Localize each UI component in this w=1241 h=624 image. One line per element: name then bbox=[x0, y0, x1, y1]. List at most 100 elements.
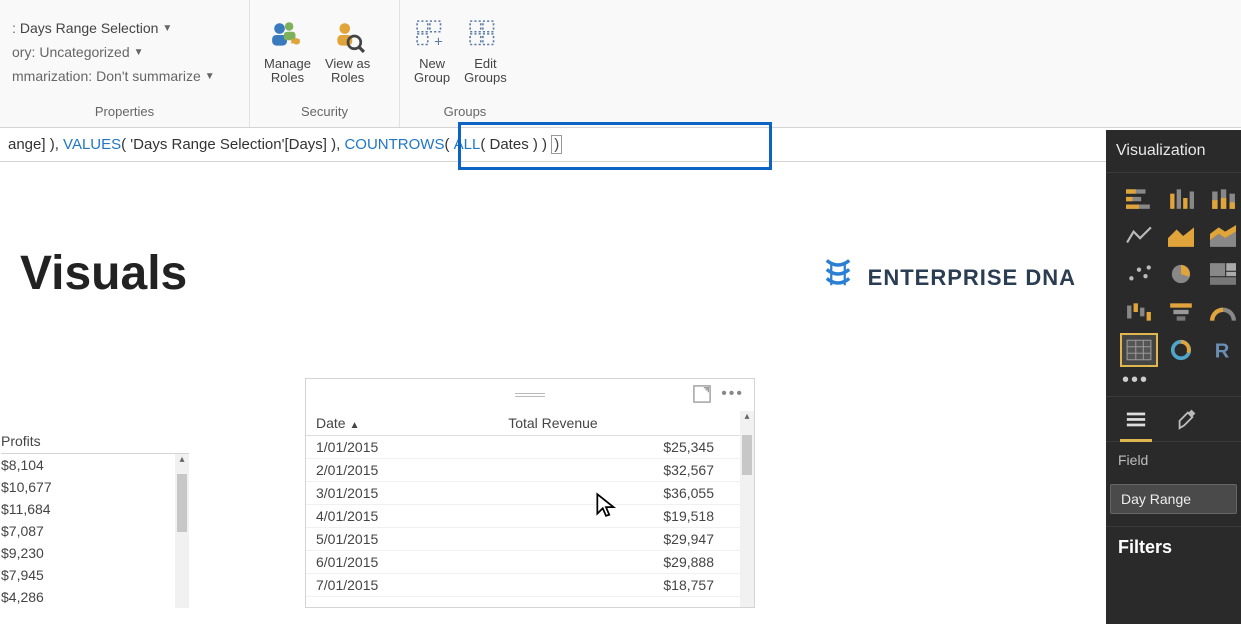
formula-keyword-all: ALL bbox=[454, 136, 481, 153]
dna-icon bbox=[820, 256, 856, 300]
line-chart-icon[interactable] bbox=[1122, 221, 1156, 251]
profits-table-visual[interactable]: Profits $8,104 $10,677 $11,684 $7,087 $9… bbox=[0, 428, 190, 609]
caret-down-icon: ▼ bbox=[205, 71, 215, 82]
ribbon-group-label: Security bbox=[262, 104, 387, 123]
stacked-bar-icon[interactable] bbox=[1122, 183, 1156, 213]
matrix-table: Date▲ Total Revenue 1/01/2015$25,345 2/0… bbox=[306, 411, 754, 597]
prop-name-value: Days Range Selection bbox=[20, 20, 159, 36]
formula-seg: ange] ), bbox=[8, 136, 63, 153]
prop-name-prefix: : bbox=[12, 20, 16, 36]
ribbon-group-properties: : Days Range Selection ▼ ory: Uncategori… bbox=[0, 0, 250, 127]
prop-name-row[interactable]: : Days Range Selection ▼ bbox=[12, 18, 172, 38]
scatter-chart-icon[interactable] bbox=[1122, 259, 1156, 289]
people-key-icon bbox=[270, 19, 304, 53]
table-row[interactable]: 6/01/2015$29,888 bbox=[306, 551, 754, 574]
col-header-date[interactable]: Date▲ bbox=[306, 411, 498, 436]
visualizations-pane: Visualization R ••• Field Day Range Filt… bbox=[1106, 130, 1241, 624]
table-row[interactable]: 7/01/2015$18,757 bbox=[306, 574, 754, 597]
focus-mode-icon[interactable] bbox=[693, 385, 711, 408]
pie-chart-icon[interactable] bbox=[1164, 259, 1198, 289]
grid-plus-icon: + bbox=[415, 19, 449, 53]
prop-cat-value: Uncategorized bbox=[39, 44, 129, 60]
manage-roles-button[interactable]: Manage Roles bbox=[262, 15, 313, 90]
col-header-revenue[interactable]: Total Revenue bbox=[498, 411, 754, 436]
table-row[interactable]: $11,684 bbox=[1, 498, 189, 520]
table-row[interactable]: $4,286 bbox=[1, 586, 189, 608]
ribbon-group-groups: + New Group Edit Groups Groups bbox=[400, 0, 530, 127]
filters-section-header[interactable]: Filters bbox=[1106, 526, 1241, 568]
new-group-button[interactable]: + New Group bbox=[412, 15, 452, 90]
new-group-label: New Group bbox=[414, 57, 450, 86]
scroll-up-icon[interactable]: ▴ bbox=[740, 411, 754, 422]
table-row[interactable]: 5/01/2015$29,947 bbox=[306, 528, 754, 551]
table-row[interactable]: $10,677 bbox=[1, 476, 189, 498]
stacked-area-chart-icon[interactable] bbox=[1206, 221, 1240, 251]
pane-tabs bbox=[1106, 396, 1241, 442]
scroll-thumb[interactable] bbox=[177, 474, 187, 532]
edit-groups-label: Edit Groups bbox=[464, 57, 507, 86]
prop-summarization-row[interactable]: mmarization: Don't summarize ▼ bbox=[12, 66, 215, 86]
person-search-icon bbox=[331, 19, 365, 53]
scrollbar[interactable]: ▴ bbox=[175, 454, 189, 608]
prop-category-row[interactable]: ory: Uncategorized ▼ bbox=[12, 42, 144, 62]
scrollbar[interactable]: ▴ bbox=[740, 411, 754, 607]
gauge-icon[interactable] bbox=[1206, 297, 1240, 327]
matrix-visual[interactable]: ••• Date▲ Total Revenue 1/01/2015$25,345… bbox=[305, 378, 755, 608]
formula-seg: ( Dates ) ) bbox=[480, 136, 551, 153]
edit-groups-button[interactable]: Edit Groups bbox=[462, 15, 509, 90]
table-row[interactable]: 1/01/2015$25,345 bbox=[306, 436, 754, 459]
report-canvas[interactable]: Visuals ENTERPRISE DNA Profits $8,104 $1… bbox=[0, 178, 1106, 624]
treemap-icon[interactable] bbox=[1206, 259, 1240, 289]
formula-closing-paren: ) bbox=[551, 135, 562, 154]
logo: ENTERPRISE DNA bbox=[820, 256, 1076, 300]
r-script-icon[interactable]: R bbox=[1206, 335, 1240, 365]
field-well-label: Field bbox=[1106, 442, 1241, 478]
formula-seg: ( 'Days Range Selection'[Days] ) bbox=[121, 136, 336, 153]
svg-text:+: + bbox=[434, 34, 443, 50]
caret-down-icon: ▼ bbox=[162, 23, 172, 34]
view-as-roles-label: View as Roles bbox=[325, 57, 370, 86]
prop-sum-value: Don't summarize bbox=[96, 68, 201, 84]
svg-text:R: R bbox=[1215, 340, 1230, 361]
formula-seg: ( bbox=[444, 136, 453, 153]
table-row[interactable]: 3/01/2015$36,055 bbox=[306, 482, 754, 505]
table-row[interactable]: 2/01/2015$32,567 bbox=[306, 459, 754, 482]
funnel-icon[interactable] bbox=[1164, 297, 1198, 327]
grid-edit-icon bbox=[468, 19, 502, 53]
ribbon-group-label: Properties bbox=[12, 104, 237, 123]
drag-handle-icon[interactable] bbox=[515, 393, 545, 396]
table-row[interactable]: $7,945 bbox=[1, 564, 189, 586]
table-visual-icon[interactable] bbox=[1122, 335, 1156, 365]
table-row[interactable]: $8,104 bbox=[1, 454, 189, 476]
sort-asc-icon: ▲ bbox=[350, 420, 360, 431]
view-as-roles-button[interactable]: View as Roles bbox=[323, 15, 372, 90]
ribbon-group-label: Groups bbox=[412, 104, 518, 123]
area-chart-icon[interactable] bbox=[1164, 221, 1198, 251]
field-chip-day-range[interactable]: Day Range bbox=[1110, 484, 1237, 514]
more-visuals-icon[interactable]: ••• bbox=[1106, 369, 1241, 396]
scroll-thumb[interactable] bbox=[742, 435, 752, 475]
scroll-up-icon[interactable]: ▴ bbox=[175, 454, 189, 465]
visual-picker-grid: R bbox=[1106, 173, 1241, 369]
formula-keyword-values: VALUES bbox=[63, 136, 121, 153]
table-row[interactable]: 4/01/2015$19,518 bbox=[306, 505, 754, 528]
table-row[interactable]: $7,087 bbox=[1, 520, 189, 542]
clustered-column-icon[interactable] bbox=[1164, 183, 1198, 213]
ribbon: : Days Range Selection ▼ ory: Uncategori… bbox=[0, 0, 1241, 128]
formula-seg: , bbox=[336, 136, 344, 153]
waterfall-icon[interactable] bbox=[1122, 297, 1156, 327]
stacked-column-icon[interactable] bbox=[1206, 183, 1240, 213]
table-row[interactable]: $9,230 bbox=[1, 542, 189, 564]
caret-down-icon: ▼ bbox=[134, 47, 144, 58]
logo-text: ENTERPRISE DNA bbox=[868, 265, 1076, 291]
fields-tab[interactable] bbox=[1122, 405, 1150, 433]
format-tab[interactable] bbox=[1172, 405, 1200, 433]
donut-chart-icon[interactable] bbox=[1164, 335, 1198, 365]
formula-bar[interactable]: ange] ), VALUES ( 'Days Range Selection'… bbox=[0, 128, 1241, 162]
manage-roles-label: Manage Roles bbox=[264, 57, 311, 86]
profits-header[interactable]: Profits bbox=[1, 429, 189, 454]
pane-title: Visualization bbox=[1106, 130, 1241, 173]
more-options-icon[interactable]: ••• bbox=[721, 385, 744, 408]
visual-header[interactable]: ••• bbox=[306, 379, 754, 411]
page-title: Visuals bbox=[20, 246, 187, 301]
